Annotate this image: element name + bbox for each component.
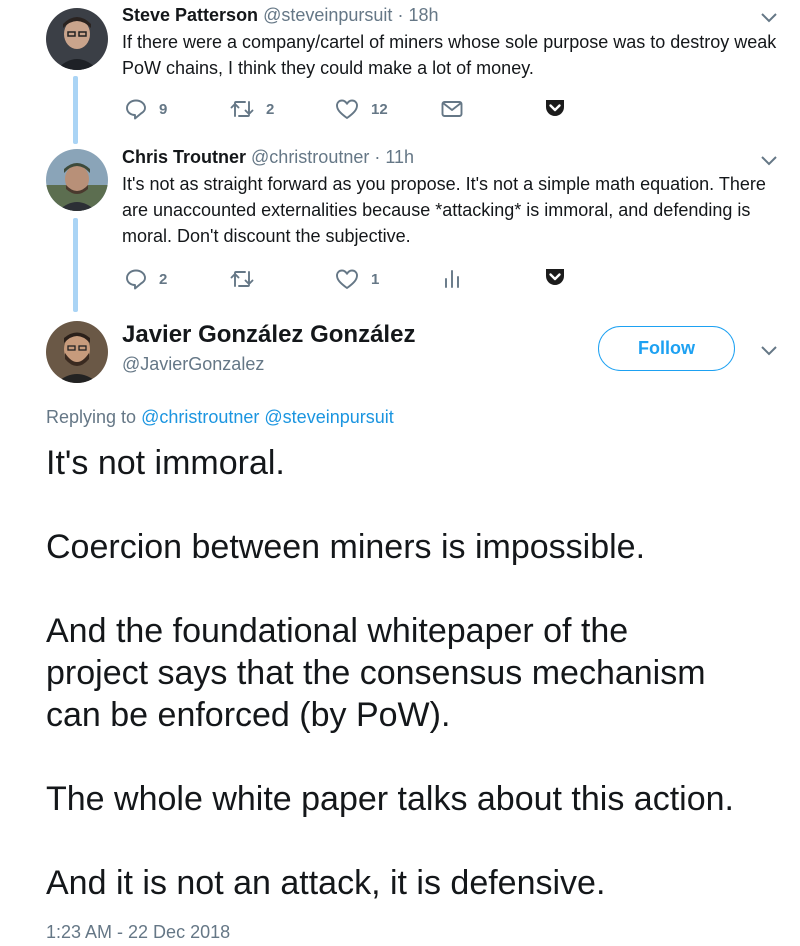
replying-prefix: Replying to [46, 407, 137, 427]
envelope-icon [441, 101, 463, 117]
avatar[interactable] [46, 8, 108, 70]
retweet-icon [230, 271, 254, 287]
author-handle[interactable]: @christroutner [251, 147, 369, 167]
analytics-icon [445, 270, 459, 288]
heart-icon [336, 99, 358, 119]
retweet-icon [230, 101, 254, 117]
retweet-button[interactable]: 2 [230, 98, 274, 120]
avatar[interactable] [46, 149, 108, 211]
thread-line [73, 218, 78, 312]
pocket-icon [546, 269, 564, 285]
author-name[interactable]: Javier González González [122, 321, 415, 349]
pocket-icon [546, 100, 564, 116]
reply-icon [126, 269, 146, 290]
save-to-pocket-button[interactable] [544, 97, 566, 119]
tweet-paragraph: Coercion between miners is impossible. [46, 528, 646, 566]
reply-button[interactable]: 9 [125, 98, 167, 120]
author-handle[interactable]: @steveinpursuit [263, 5, 392, 25]
tweet-time[interactable]: 11h [385, 147, 414, 167]
reply-count: 2 [159, 270, 168, 288]
follow-button[interactable]: Follow [598, 326, 735, 371]
author-name[interactable]: Chris Troutner [122, 147, 246, 167]
like-count: 12 [371, 100, 388, 118]
separator: · [374, 147, 381, 167]
reply-count: 9 [159, 100, 168, 118]
avatar[interactable] [46, 321, 108, 383]
tweet-header: Chris Troutner @christroutner · 11h [122, 147, 414, 168]
like-button[interactable]: 1 [335, 268, 379, 290]
tweet-header: Steve Patterson @steveinpursuit · 18h [122, 5, 439, 26]
replying-to: Replying to @christroutner @steveinpursu… [46, 407, 394, 428]
heart-icon [336, 269, 358, 289]
chevron-down-icon[interactable] [760, 11, 778, 23]
analytics-button[interactable] [440, 268, 464, 290]
chevron-down-icon[interactable] [760, 154, 778, 166]
reply-mention-link[interactable]: @christroutner [141, 407, 259, 427]
tweet-paragraph: can be enforced (by PoW). [46, 696, 451, 734]
reply-button[interactable]: 2 [125, 268, 167, 290]
like-button[interactable]: 12 [335, 98, 388, 120]
tweet-paragraph: And it is not an attack, it is defensive… [46, 864, 606, 902]
tweet-text: If there were a company/cartel of miners… [122, 32, 777, 78]
separator: · [397, 5, 404, 25]
retweet-button[interactable] [230, 268, 266, 290]
author-handle[interactable]: @JavierGonzalez [122, 354, 264, 375]
tweet-paragraph: And the foundational whitepaper of the [46, 612, 629, 650]
tweet-timestamp[interactable]: 1:23 AM - 22 Dec 2018 [46, 922, 230, 943]
chevron-down-icon[interactable] [760, 344, 778, 356]
reply-mention-link[interactable]: @steveinpursuit [264, 407, 393, 427]
tweet-time[interactable]: 18h [408, 5, 438, 25]
tweet-paragraph: project says that the consensus mechanis… [46, 654, 706, 692]
like-count: 1 [371, 270, 380, 288]
tweet-text: It's not as straight forward as you prop… [122, 174, 766, 246]
reply-icon [126, 99, 146, 120]
retweet-count: 2 [266, 100, 275, 118]
thread-line [73, 76, 78, 144]
save-to-pocket-button[interactable] [544, 266, 566, 288]
author-name[interactable]: Steve Patterson [122, 5, 258, 25]
tweet-paragraph: The whole white paper talks about this a… [46, 780, 734, 818]
tweet-paragraph: It's not immoral. [46, 444, 285, 482]
direct-message-button[interactable] [440, 98, 464, 120]
